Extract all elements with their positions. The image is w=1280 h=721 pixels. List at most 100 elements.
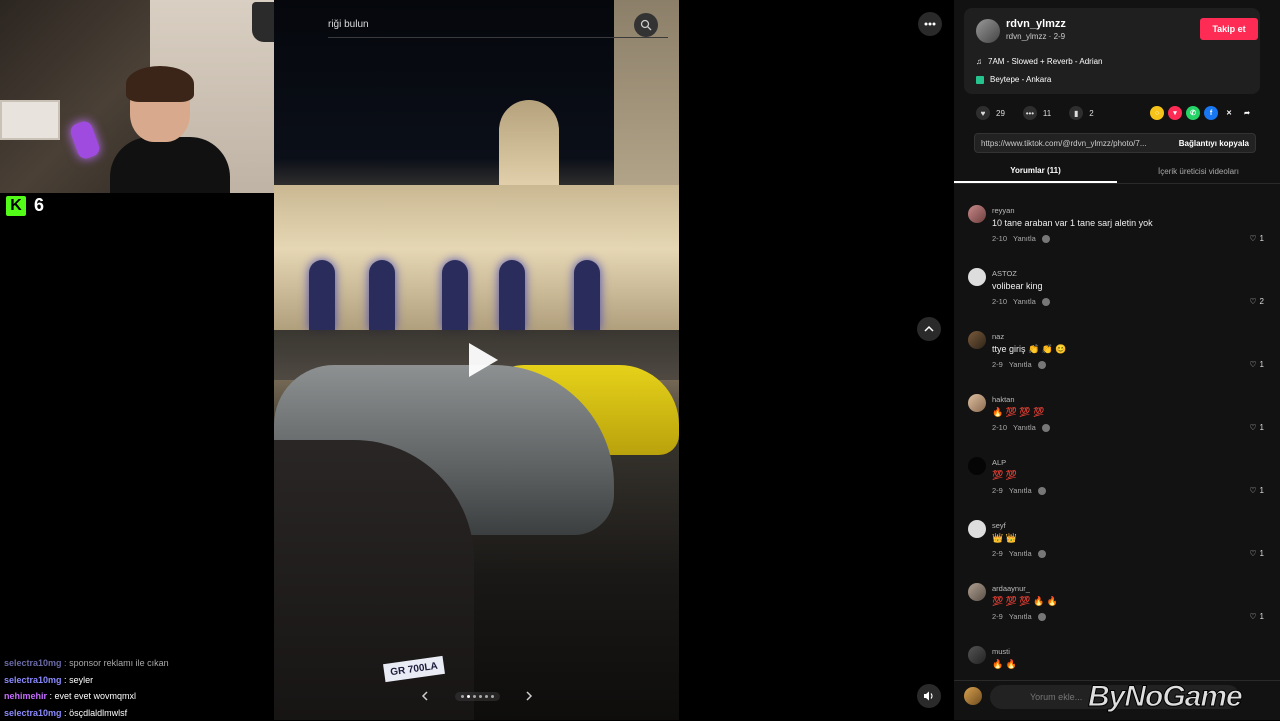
reply-button[interactable]: Yanıtla [1009,486,1032,495]
reply-button[interactable]: Yanıtla [1009,612,1032,621]
embed-share-icon[interactable]: ○ [1150,106,1164,120]
chevron-up-icon [924,325,934,333]
comment-like-button[interactable]: ♡1 [1249,234,1264,243]
heart-icon: ♡ [1249,486,1256,495]
avatar[interactable] [968,205,986,223]
creator-liked-icon [1038,550,1046,558]
more-options-button[interactable] [918,12,942,36]
comment-username[interactable]: reyyan [992,206,1015,215]
avatar[interactable] [968,646,986,664]
comment-icon: ••• [1023,106,1037,120]
chevron-left-icon [421,691,429,701]
comment-username[interactable]: ASTOZ [992,269,1017,278]
location-icon [976,76,984,84]
play-button[interactable] [463,340,503,380]
facebook-icon[interactable]: f [1204,106,1218,120]
search-text[interactable]: riği bulun [328,19,369,30]
avatar[interactable] [968,394,986,412]
reply-button[interactable]: Yanıtla [1009,360,1032,369]
comment-username[interactable]: ardaaynur_ [992,584,1030,593]
x-icon[interactable]: ✕ [1222,106,1236,120]
comment-like-button[interactable]: ♡1 [1249,360,1264,369]
comment-like-button[interactable]: ♡1 [1249,549,1264,558]
like-button[interactable]: ♥ 29 [976,106,1005,120]
comment-like-button[interactable]: ♡1 [1249,612,1264,621]
reply-button[interactable]: Yanıtla [1013,297,1036,306]
heart-icon: ♡ [1249,549,1256,558]
carousel-dot[interactable] [473,695,476,698]
tab-comments[interactable]: Yorumlar (11) [954,160,1117,183]
music-link[interactable]: ♫ 7AM - Slowed + Reverb - Adrian [976,57,1103,66]
comment-like-button[interactable]: ♡2 [1249,297,1264,306]
speaker-icon [923,690,935,702]
comment-username[interactable]: haktan [992,395,1015,404]
creator-liked-icon [1038,361,1046,369]
carousel-dot[interactable] [485,695,488,698]
stream-chat: selectra10mg : sponsor reklamı ile cıkan… [4,655,264,721]
prev-photo-button[interactable] [418,689,432,703]
creator-liked-icon [1042,424,1050,432]
comment-username[interactable]: musti [992,647,1010,656]
search-button[interactable] [634,13,658,37]
reply-button[interactable]: Yanıtla [1013,423,1036,432]
music-title: 7AM - Slowed + Reverb - Adrian [988,57,1103,66]
copy-link-button[interactable]: Bağlantıyı kopyala [1179,139,1249,148]
chat-line: selectra10mg : sponsor reklamı ile cıkan [4,655,264,672]
comment-text: volibear king [992,281,1043,291]
comment-text: 💯 💯 💯 🔥 🔥 [992,596,1058,607]
comment-count: 11 [1043,109,1051,118]
author-subline: rdvn_ylmzz · 2-9 [1006,32,1065,41]
bookmark-icon: ▮ [1069,106,1083,120]
follow-button[interactable]: Takip et [1200,18,1258,40]
avatar[interactable] [968,268,986,286]
comment-username[interactable]: seyf [992,521,1006,530]
comment-like-button[interactable]: ♡1 [1249,423,1264,432]
comment-like-count: 1 [1260,486,1264,495]
search-bar[interactable]: riği bulun [328,12,668,38]
scroll-up-button[interactable] [917,317,941,341]
send-share-icon[interactable]: ▾ [1168,106,1182,120]
comment-like-count: 1 [1260,612,1264,621]
avatar[interactable] [968,520,986,538]
reply-button[interactable]: Yanıtla [1013,234,1036,243]
carousel-dot[interactable] [461,695,464,698]
save-button[interactable]: ▮ 2 [1069,106,1093,120]
comment-item: ardaaynur_ 💯 💯 💯 🔥 🔥 2-9 Yanıtla ♡1 [954,578,1280,641]
comment-date: 2-10 [992,423,1007,432]
comment-item: reyyan 10 tane araban var 1 tane sarj al… [954,200,1280,263]
post-detail-panel: rdvn_ylmzz rdvn_ylmzz · 2-9 Takip et ♫ 7… [954,0,1280,720]
carousel-dot[interactable] [467,695,470,698]
comment-text: 👑 👑 [992,533,1017,544]
comment-like-count: 1 [1260,360,1264,369]
author-username[interactable]: rdvn_ylmzz [1006,18,1066,30]
reply-button[interactable]: Yanıtla [1009,549,1032,558]
comment-username[interactable]: ALP [992,458,1006,467]
carousel-dot[interactable] [491,695,494,698]
share-arrow-icon[interactable]: ➦ [1240,106,1254,120]
comment-like-count: 1 [1260,234,1264,243]
avatar[interactable] [968,457,986,475]
post-url[interactable]: https://www.tiktok.com/@rdvn_ylmzz/photo… [981,139,1171,148]
viewer-count: 6 [34,195,44,216]
comment-button[interactable]: ••• 11 [1023,106,1051,120]
volume-button[interactable] [917,684,941,708]
whatsapp-icon[interactable]: ✆ [1186,106,1200,120]
location-name: Beytepe - Ankara [990,75,1051,84]
play-icon [465,340,501,380]
carousel-dot[interactable] [479,695,482,698]
location-link[interactable]: Beytepe - Ankara [976,75,1051,84]
comment-text: 💯 💯 [992,470,1017,481]
comment-date: 2-9 [992,612,1003,621]
heart-icon: ♡ [1249,297,1256,306]
next-photo-button[interactable] [522,689,536,703]
avatar[interactable] [968,583,986,601]
avatar[interactable] [968,331,986,349]
heart-icon: ♡ [1249,423,1256,432]
tab-creator-videos[interactable]: İçerik üreticisi videoları [1117,160,1280,183]
avatar[interactable] [976,19,1000,43]
comment-item: seyf 👑 👑 2-9Yanıtla ♡1 [954,515,1280,578]
post-info-card: rdvn_ylmzz rdvn_ylmzz · 2-9 Takip et ♫ 7… [964,8,1260,94]
comment-like-button[interactable]: ♡1 [1249,486,1264,495]
creator-liked-icon [1038,487,1046,495]
comment-username[interactable]: naz [992,332,1004,341]
